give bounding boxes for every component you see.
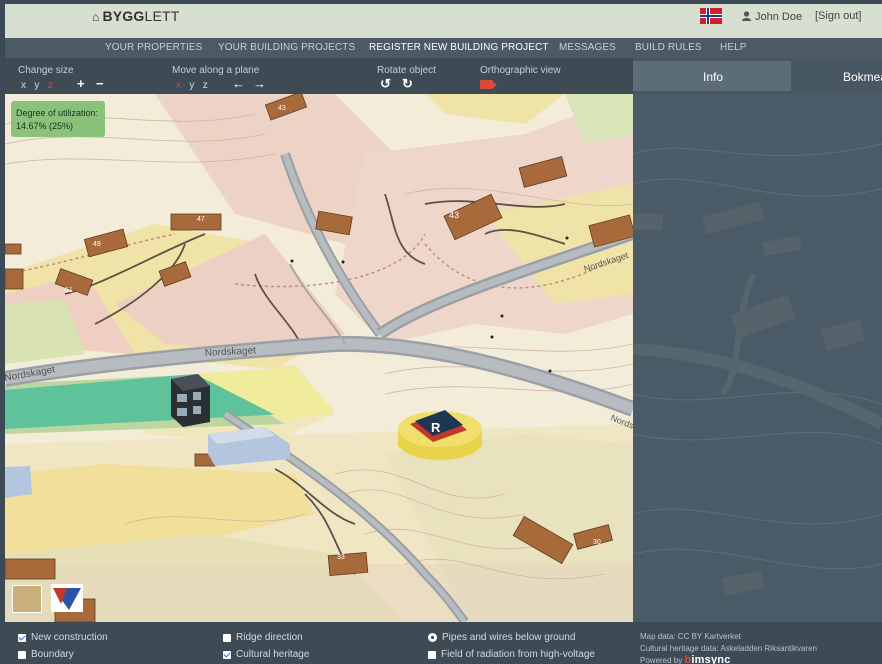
opt-ridge-direction-label: Ridge direction xyxy=(236,632,303,643)
house-number-49: 49 xyxy=(93,241,101,248)
user-menu[interactable]: John Doe xyxy=(742,10,802,23)
house-number-43a: 43 xyxy=(278,105,286,112)
move-axis-x[interactable]: x xyxy=(176,80,181,91)
map-viewport[interactable]: Nordskaget Nordskaget Nordskaget Nordska… xyxy=(5,94,633,622)
checkbox-icon[interactable] xyxy=(18,650,26,659)
house-number-33: 33 xyxy=(337,554,345,561)
user-icon xyxy=(742,11,751,21)
nav-build-rules[interactable]: BUILD RULES xyxy=(635,42,702,53)
app-window: ⌂ BYGGLETT John Doe [Sign out] YOUR PROPE… xyxy=(0,0,882,664)
move-right-button[interactable]: → xyxy=(253,77,266,90)
tab-bokmal[interactable]: Bokmeal xyxy=(843,70,882,84)
credit-map: Map data: CC BY Kartverket xyxy=(640,632,741,641)
layer-switch-button[interactable] xyxy=(51,584,83,612)
info-panel xyxy=(633,94,882,622)
change-size-label: Change size xyxy=(18,65,74,76)
tab-info[interactable]: Info xyxy=(633,61,791,91)
opt-boundary[interactable]: Boundary xyxy=(18,649,74,660)
map-thumbnail-button[interactable] xyxy=(12,585,42,613)
camera-icon[interactable] xyxy=(480,80,497,89)
location-marker[interactable]: R xyxy=(398,410,482,460)
size-axis-z[interactable]: z xyxy=(48,80,53,91)
opt-radiation-label: Field of radiation from high-voltage xyxy=(441,649,595,660)
opt-cultural-heritage-label: Cultural heritage xyxy=(236,649,310,660)
size-axis-y[interactable]: y xyxy=(34,80,39,91)
size-plus-button[interactable]: + xyxy=(77,77,85,90)
brand-suffix: LETT xyxy=(144,8,180,24)
layers-icon xyxy=(53,588,81,610)
size-minus-button[interactable]: − xyxy=(96,77,104,90)
house-number-51: 51 xyxy=(65,287,73,294)
nav-register-new-building-project[interactable]: REGISTER NEW BUILDING PROJECT xyxy=(369,42,549,53)
powered-by-label: Powered by xyxy=(640,656,683,664)
opt-new-construction-label: New construction xyxy=(31,632,108,643)
brand-logo[interactable]: ⌂ BYGGLETT xyxy=(92,8,180,24)
house-number-30: 30 xyxy=(593,539,601,546)
norway-flag-icon[interactable] xyxy=(700,8,722,24)
checkbox-icon[interactable] xyxy=(223,633,231,642)
map-canvas[interactable]: Nordskaget Nordskaget Nordskaget Nordska… xyxy=(5,94,633,622)
opt-cultural-heritage[interactable]: Cultural heritage xyxy=(223,649,309,660)
move-left-button[interactable]: ← xyxy=(232,77,245,90)
opt-pipes[interactable]: Pipes and wires below ground xyxy=(428,632,575,643)
house-number-43b: 43 xyxy=(449,210,459,220)
main-nav: YOUR PROPERTIES YOUR BUILDING PROJECTS R… xyxy=(5,38,882,58)
user-name: John Doe xyxy=(755,11,803,23)
checkbox-checked-icon[interactable] xyxy=(223,650,231,659)
checkbox-icon[interactable] xyxy=(428,650,436,659)
bimsync-logo[interactable]: bimsync xyxy=(684,654,730,664)
opt-pipes-label: Pipes and wires below ground xyxy=(442,632,576,643)
sign-out-link[interactable]: [Sign out] xyxy=(815,10,861,22)
rotate-cw-button[interactable]: ↻ xyxy=(402,77,413,90)
home-icon: ⌂ xyxy=(92,10,100,24)
rotate-ccw-button[interactable]: ↺ xyxy=(380,77,391,90)
opt-ridge-direction[interactable]: Ridge direction xyxy=(223,632,303,643)
ortho-label: Orthographic view xyxy=(480,65,561,76)
nav-your-properties[interactable]: YOUR PROPERTIES xyxy=(105,42,202,53)
utilization-label: Degree of utilization: xyxy=(16,108,99,118)
opt-radiation[interactable]: Field of radiation from high-voltage xyxy=(428,649,595,660)
opt-boundary-label: Boundary xyxy=(31,649,74,660)
tab-info-label: Info xyxy=(703,70,724,84)
new-building-3d[interactable] xyxy=(171,374,210,427)
move-plane-label: Move along a plane xyxy=(172,65,260,76)
size-axis-x[interactable]: x xyxy=(21,80,26,91)
credit-powered: Powered by bimsync xyxy=(640,654,731,664)
marker-letter: R xyxy=(431,420,441,435)
nav-help[interactable]: HELP xyxy=(720,42,747,53)
house-number-47: 47 xyxy=(197,216,205,223)
utilization-box: Degree of utilization: 14.67% (25%) xyxy=(11,101,105,137)
nav-your-building-projects[interactable]: YOUR BUILDING PROJECTS xyxy=(218,42,355,53)
radio-selected-icon[interactable] xyxy=(428,633,437,642)
move-axis-z[interactable]: z xyxy=(203,80,208,91)
move-axis-y[interactable]: y xyxy=(189,80,194,91)
nav-messages[interactable]: MESSAGES xyxy=(559,42,616,53)
brand-prefix: BYGG xyxy=(102,8,145,24)
checkbox-checked-icon[interactable] xyxy=(18,633,26,642)
rotate-label: Rotate object xyxy=(377,65,436,76)
panel-map-shadow xyxy=(633,143,882,596)
opt-new-construction[interactable]: New construction xyxy=(18,632,108,643)
credit-heritage: Cultural heritage data: Askeladden Riksa… xyxy=(640,644,817,653)
utilization-value: 14.67% (25%) xyxy=(16,121,74,131)
